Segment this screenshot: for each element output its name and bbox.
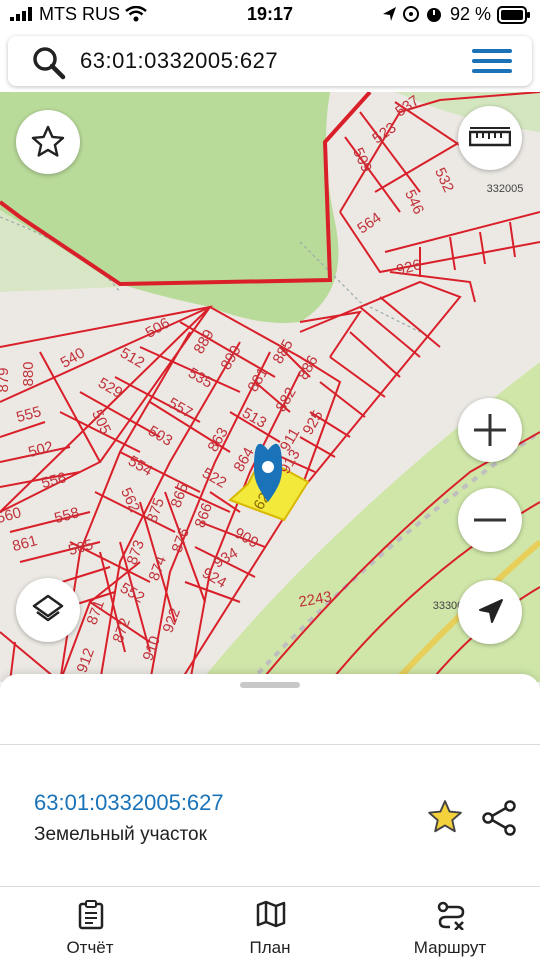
search-input[interactable]: 63:01:0332005:627 [80,48,278,74]
divider [0,886,540,887]
status-icons [382,5,444,28]
battery-icon [497,6,530,24]
clipboard-icon [78,900,104,930]
zoom-out-button[interactable] [458,488,522,552]
tab-route-label: Маршрут [413,938,487,957]
tab-route[interactable]: Маршрут [360,888,540,960]
navigation-arrow-icon [479,599,503,623]
tab-plan-label: План [249,938,291,957]
plus-icon [474,414,506,446]
ruler-icon [469,127,511,147]
layers-button[interactable] [16,578,80,642]
cadastral-map[interactable]: 537 523 509 532 546 564 926 332005 506 5… [0,92,540,682]
battery-percent: 92 % [450,4,492,24]
tab-report[interactable]: Отчёт [0,888,180,960]
zone-label: 332005 [487,183,524,195]
parcel-label: 879 [0,367,12,392]
tab-plan[interactable]: План [180,888,360,960]
bottom-tab-bar: Отчёт План Маршрут [0,888,540,960]
layers-icon [32,594,64,622]
route-icon [437,901,465,930]
share-icon[interactable] [480,798,520,838]
map-icon [256,900,286,928]
drag-handle[interactable] [240,682,300,688]
parcel-type: Земельный участок [34,824,207,845]
search-bar[interactable]: 63:01:0332005:627 [8,36,532,86]
location-alarm-icons [383,6,441,22]
tab-report-label: Отчёт [66,938,114,957]
status-bar: MTS RUS 19:17 92 % [0,0,540,32]
star-icon[interactable] [426,798,464,836]
parcel-number-link[interactable]: 63:01:0332005:627 [34,790,224,816]
divider [0,744,540,745]
star-icon [31,125,65,157]
search-icon[interactable] [32,46,66,80]
favorite-button[interactable] [16,110,80,174]
locate-button[interactable] [458,580,522,644]
menu-icon[interactable] [472,47,512,75]
parcel-label: 880 [20,361,37,386]
minus-icon [474,518,506,522]
zoom-in-button[interactable] [458,398,522,462]
ruler-button[interactable] [458,106,522,170]
